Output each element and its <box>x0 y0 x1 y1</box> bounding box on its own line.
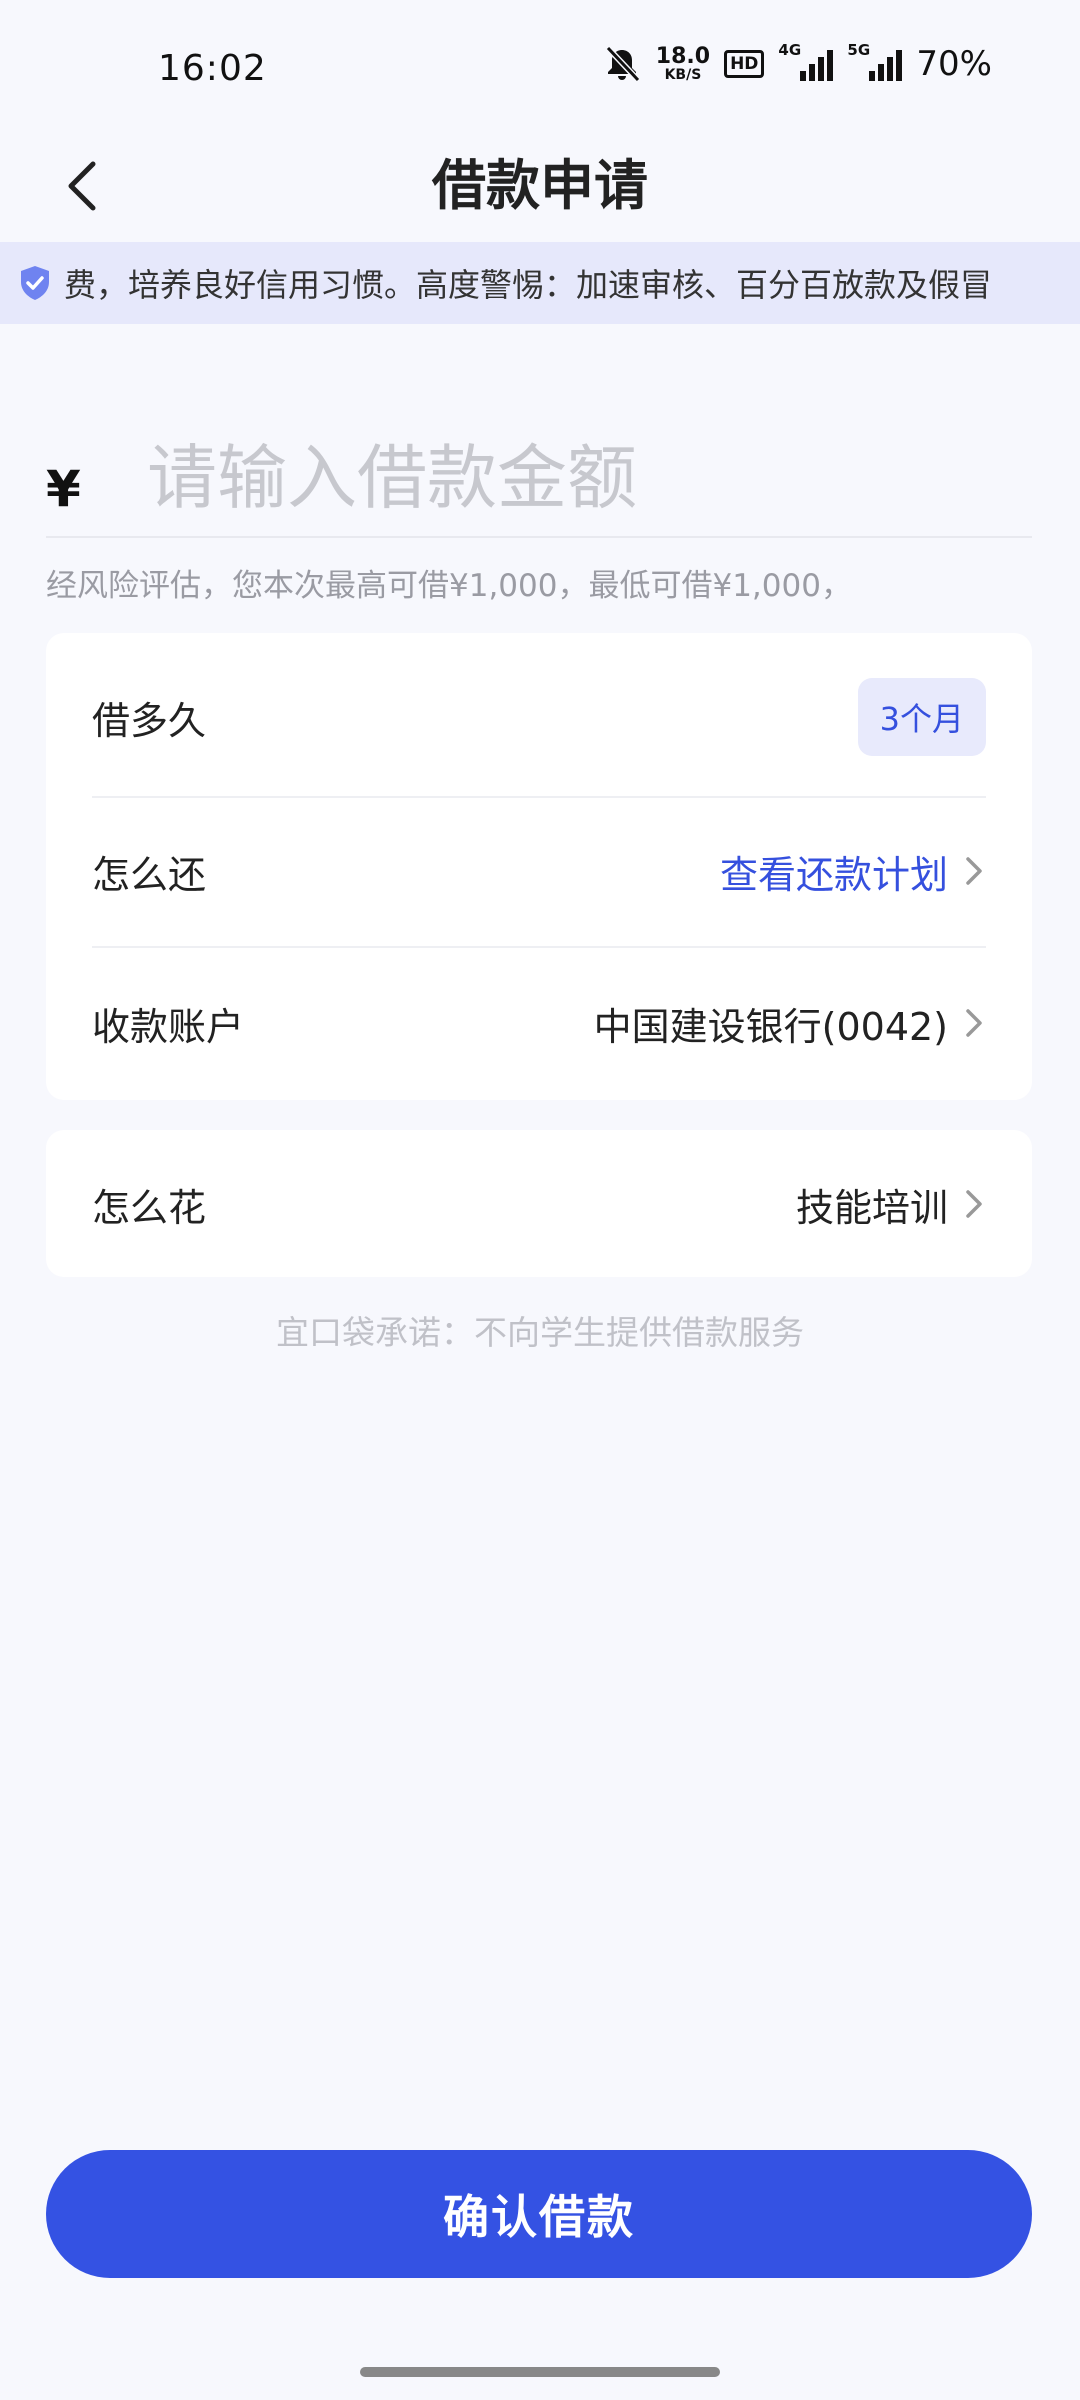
confirm-loan-button[interactable]: 确认借款 <box>46 2150 1032 2278</box>
repay-label: 怎么还 <box>92 852 207 897</box>
chevron-right-icon <box>966 1009 982 1037</box>
divider <box>92 946 986 948</box>
battery-percent: 70% <box>916 44 992 84</box>
net-speed-unit: KB/S <box>664 67 702 83</box>
status-icons: 18.0 KB/S HD 4G 5G 70% <box>602 41 992 84</box>
net-speed: 18.0 KB/S <box>655 44 711 83</box>
bell-muted-icon <box>605 45 640 83</box>
account-value: 中国建设银行(0042) <box>593 1004 948 1049</box>
usage-row[interactable]: 怎么花 技能培训 <box>92 1166 986 1242</box>
chevron-left-icon <box>68 161 96 211</box>
net-speed-value: 18.0 <box>655 44 711 69</box>
usage-card: 怎么花 技能培训 <box>46 1130 1032 1277</box>
shield-check-icon <box>21 266 49 300</box>
status-time: 16:02 <box>158 48 267 89</box>
currency-symbol: ¥ <box>46 460 81 518</box>
limit-hint: 经风险评估，您本次最高可借¥1,000，最低可借¥1,000， <box>46 568 852 604</box>
notice-text: 费，培养良好信用习惯。高度警惕：加速审核、百分百放款及假冒 <box>64 266 993 304</box>
signal-4g-icon: 4G <box>778 41 834 81</box>
account-label: 收款账户 <box>92 1004 245 1049</box>
term-row[interactable]: 借多久 3个月 <box>92 678 986 756</box>
signal-5g-label: 5G <box>847 41 871 59</box>
account-row[interactable]: 收款账户 中国建设银行(0042) <box>92 985 986 1061</box>
account-selector[interactable]: 中国建设银行(0042) <box>594 996 986 1051</box>
app-header: 借款申请 <box>0 132 1080 240</box>
usage-label: 怎么花 <box>92 1185 207 1230</box>
term-selector[interactable]: 3个月 <box>857 678 986 756</box>
divider <box>92 796 986 798</box>
back-button[interactable] <box>52 150 112 222</box>
status-bar: 16:02 18.0 KB/S HD 4G 5G 70% <box>0 0 1080 132</box>
hd-icon: HD <box>724 50 765 78</box>
repay-row[interactable]: 怎么还 查看还款计划 <box>92 833 986 909</box>
loan-details-card: 借多久 3个月 怎么还 查看还款计划 收款账户 中国建设银行(0042) <box>46 633 1032 1100</box>
amount-row: ¥ <box>46 420 1032 538</box>
term-label: 借多久 <box>92 698 207 743</box>
chevron-right-icon <box>966 1190 982 1218</box>
loan-amount-input[interactable] <box>147 437 1032 519</box>
student-promise-text: 宜口袋承诺：不向学生提供借款服务 <box>276 1313 804 1352</box>
signal-5g-icon: 5G <box>847 41 903 81</box>
usage-value: 技能培训 <box>795 1185 948 1230</box>
notice-banner: 费，培养良好信用习惯。高度警惕：加速审核、百分百放款及假冒 <box>0 242 1080 324</box>
chevron-right-icon <box>966 857 982 885</box>
repay-plan-text: 查看还款计划 <box>719 852 948 897</box>
repay-plan-link[interactable]: 查看还款计划 <box>720 844 986 899</box>
home-indicator[interactable] <box>360 2367 720 2377</box>
usage-selector[interactable]: 技能培训 <box>796 1177 986 1232</box>
signal-4g-label: 4G <box>778 41 802 59</box>
page-title: 借款申请 <box>432 154 648 217</box>
